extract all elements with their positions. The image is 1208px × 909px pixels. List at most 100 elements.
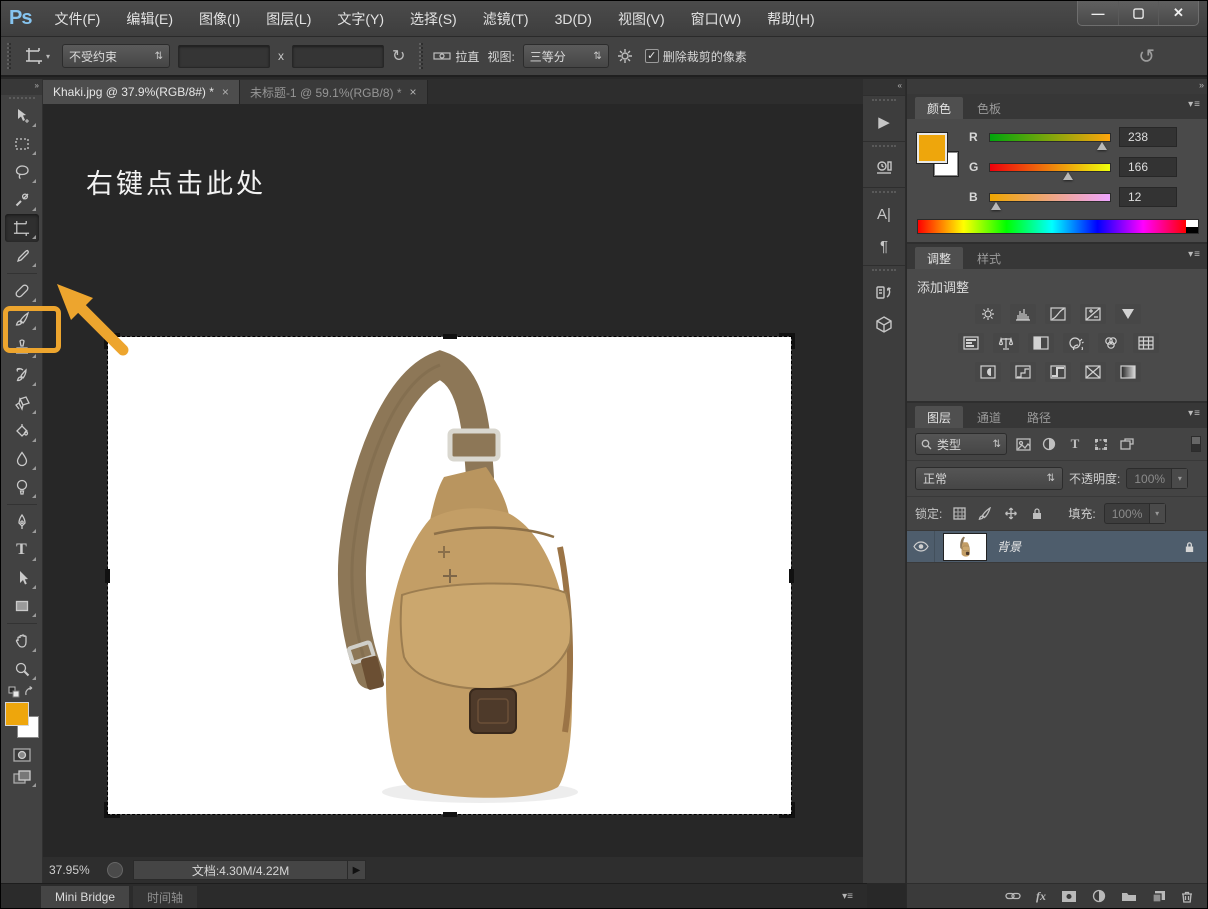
- fill-field[interactable]: 100% ▾: [1104, 503, 1166, 524]
- green-slider[interactable]: [989, 163, 1111, 172]
- add-layer-mask-icon[interactable]: [1061, 890, 1077, 903]
- layers-list-empty-area[interactable]: [907, 563, 1208, 883]
- quick-mask-button[interactable]: [5, 744, 39, 766]
- checkbox-checked-icon[interactable]: ✓: [645, 49, 659, 63]
- menu-layer[interactable]: 图层(L): [253, 1, 324, 37]
- tab-styles[interactable]: 样式: [965, 247, 1013, 269]
- lock-transparent-pixels-icon[interactable]: [950, 506, 968, 522]
- lock-position-icon[interactable]: [1002, 506, 1020, 522]
- new-adjustment-layer-icon[interactable]: [1092, 889, 1106, 903]
- paint-bucket-tool[interactable]: [5, 417, 39, 445]
- crop-view-select[interactable]: 三等分 ⇅: [523, 44, 609, 68]
- tab-channels[interactable]: 通道: [965, 406, 1013, 428]
- lock-all-icon[interactable]: [1028, 506, 1046, 522]
- delete-layer-icon[interactable]: [1181, 890, 1193, 903]
- canvas-area[interactable]: 右键点击此处: [43, 104, 863, 909]
- filter-shape-layers-icon[interactable]: [1091, 435, 1111, 453]
- crop-center-pin[interactable]: [443, 569, 457, 583]
- filter-type-layers-icon[interactable]: T: [1065, 435, 1085, 453]
- layer-visibility-toggle[interactable]: [907, 531, 935, 562]
- zoom-tool[interactable]: [5, 655, 39, 683]
- adobe-drive-icon[interactable]: [107, 862, 123, 878]
- blend-mode-select[interactable]: 正常 ⇅: [915, 467, 1063, 490]
- red-value-field[interactable]: 238: [1119, 127, 1177, 147]
- panel-menu-icon[interactable]: ▾≡: [1188, 99, 1201, 110]
- quick-selection-tool[interactable]: [5, 186, 39, 214]
- tab-adjustments[interactable]: 调整: [915, 247, 963, 269]
- dock-collapse-icon[interactable]: »: [907, 79, 1208, 94]
- menu-help[interactable]: 帮助(H): [754, 1, 827, 37]
- document-size-info[interactable]: 文档:4.30M/4.22M: [133, 860, 348, 880]
- dropdown-arrow-icon[interactable]: ▾: [1149, 504, 1165, 523]
- blue-slider[interactable]: [989, 193, 1111, 202]
- swap-colors-icon[interactable]: [23, 685, 36, 698]
- invert-icon[interactable]: [975, 362, 1001, 382]
- current-tool-button[interactable]: ▾: [21, 45, 54, 67]
- blur-tool[interactable]: [5, 445, 39, 473]
- history-brush-tool[interactable]: [5, 361, 39, 389]
- brightness-contrast-icon[interactable]: [975, 304, 1001, 324]
- menu-view[interactable]: 视图(V): [605, 1, 678, 37]
- history-panel-icon[interactable]: [869, 279, 899, 305]
- crop-handle-bottom-right[interactable]: [779, 802, 795, 818]
- new-group-icon[interactable]: [1121, 890, 1137, 902]
- crop-handle-top[interactable]: [443, 334, 457, 339]
- vibrance-icon[interactable]: [1115, 304, 1141, 324]
- spot-healing-brush-tool[interactable]: [5, 277, 39, 305]
- crop-handle-bottom[interactable]: [443, 812, 457, 817]
- menu-window[interactable]: 窗口(W): [678, 1, 755, 37]
- gradient-map-icon[interactable]: [1115, 362, 1141, 382]
- blue-value-field[interactable]: 12: [1119, 187, 1177, 207]
- tab-khaki-document[interactable]: Khaki.jpg @ 37.9%(RGB/8#) * ×: [43, 80, 240, 104]
- opacity-field[interactable]: 100% ▾: [1126, 468, 1188, 489]
- crop-handle-right[interactable]: [789, 569, 794, 583]
- layer-filter-type-select[interactable]: 类型 ⇅: [915, 433, 1007, 455]
- color-lookup-icon[interactable]: [1133, 333, 1159, 353]
- panel-grip[interactable]: [872, 99, 896, 101]
- menu-image[interactable]: 图像(I): [186, 1, 253, 37]
- color-spectrum-ramp[interactable]: [917, 219, 1199, 234]
- actions-panel-icon[interactable]: ▶: [869, 109, 899, 135]
- crop-handle-left[interactable]: [105, 569, 110, 583]
- eraser-tool[interactable]: [5, 389, 39, 417]
- minimize-button[interactable]: —: [1078, 1, 1118, 25]
- crop-tool[interactable]: [5, 214, 39, 242]
- paragraph-panel-icon[interactable]: ¶: [869, 233, 899, 259]
- hue-saturation-icon[interactable]: [958, 333, 984, 353]
- type-tool[interactable]: T: [5, 536, 39, 564]
- character-panel-icon[interactable]: A|: [869, 201, 899, 227]
- exposure-icon[interactable]: [1080, 304, 1106, 324]
- panel-menu-icon[interactable]: ▾≡: [1188, 249, 1201, 260]
- tab-timeline[interactable]: 时间轴: [133, 886, 197, 908]
- pen-tool[interactable]: [5, 508, 39, 536]
- color-balance-icon[interactable]: [993, 333, 1019, 353]
- path-selection-tool[interactable]: [5, 564, 39, 592]
- foreground-color-swatch[interactable]: [5, 702, 29, 726]
- screen-mode-button[interactable]: [5, 766, 39, 790]
- green-slider-thumb[interactable]: [1063, 172, 1073, 180]
- panel-grip[interactable]: [872, 191, 896, 193]
- panel-menu-icon[interactable]: ▾≡: [842, 891, 853, 902]
- document-image[interactable]: [108, 337, 791, 814]
- rectangle-tool[interactable]: [5, 592, 39, 620]
- selective-color-icon[interactable]: [1080, 362, 1106, 382]
- 3d-panel-icon[interactable]: [869, 311, 899, 337]
- threshold-icon[interactable]: [1045, 362, 1071, 382]
- menu-type[interactable]: 文字(Y): [324, 1, 397, 37]
- tab-color[interactable]: 颜色: [915, 97, 963, 119]
- black-white-icon[interactable]: [1028, 333, 1054, 353]
- toolbar-collapse-icon[interactable]: »: [1, 79, 42, 95]
- layer-name[interactable]: 背景: [997, 538, 1021, 555]
- delete-cropped-pixels-option[interactable]: ✓ 删除裁剪的像素: [645, 48, 747, 65]
- panel-menu-icon[interactable]: ▾≡: [1188, 408, 1201, 419]
- red-slider[interactable]: [989, 133, 1111, 142]
- lasso-tool[interactable]: [5, 158, 39, 186]
- link-layers-icon[interactable]: [1005, 891, 1021, 901]
- layer-row-background[interactable]: 背景: [907, 531, 1208, 563]
- menu-3d[interactable]: 3D(D): [542, 1, 605, 37]
- tab-paths[interactable]: 路径: [1015, 406, 1063, 428]
- photo-filter-icon[interactable]: [1063, 333, 1089, 353]
- tool-presets-panel-icon[interactable]: [869, 155, 899, 181]
- filter-smart-objects-icon[interactable]: [1117, 435, 1137, 453]
- tab-layers[interactable]: 图层: [915, 406, 963, 428]
